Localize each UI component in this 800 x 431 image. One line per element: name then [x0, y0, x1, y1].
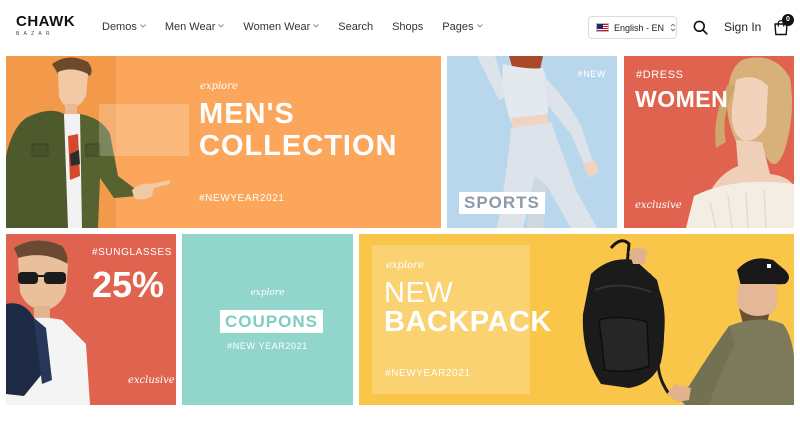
- backpack-title-line1: NEW: [384, 277, 454, 309]
- explore-text: explore: [250, 288, 285, 298]
- backpack-title-line2: BACKPACK: [384, 306, 552, 338]
- language-label: English - EN: [613, 22, 665, 33]
- mens-title-line1: MEN'S: [199, 98, 295, 130]
- nav-label: Shops: [392, 21, 424, 33]
- nav-item-pages[interactable]: Pages: [442, 20, 483, 34]
- chevron-down-icon: [313, 23, 320, 29]
- main-nav: Demos Men Wear Women Wear Search Shops P…: [102, 20, 502, 34]
- exclusive-text: exclusive: [635, 200, 682, 211]
- nav-item-demos[interactable]: Demos: [102, 20, 146, 34]
- sunglasses-banner[interactable]: #SUNGLASSES 25% exclusive: [6, 234, 176, 405]
- explore-text: explore: [200, 81, 238, 92]
- nav-label: Pages: [442, 21, 474, 33]
- nav-item-men-wear[interactable]: Men Wear: [165, 20, 225, 34]
- nav-label: Search: [338, 21, 374, 33]
- us-flag-icon: [596, 23, 609, 32]
- sports-banner[interactable]: #NEW SPORTS: [447, 56, 617, 228]
- logo[interactable]: CHAWK BAZAR: [16, 13, 76, 37]
- mens-collection-banner[interactable]: explore MEN'S COLLECTION #NEWYEAR2021: [6, 56, 441, 228]
- chevron-down-icon: [476, 23, 483, 29]
- logo-main-text: CHAWK: [16, 13, 76, 30]
- language-selector[interactable]: English - EN: [588, 16, 677, 39]
- women-hashtag: #DRESS: [636, 69, 684, 81]
- nav-label: Women Wear: [243, 21, 311, 33]
- nav-item-search[interactable]: Search: [338, 20, 373, 34]
- explore-text: explore: [386, 260, 424, 271]
- logo-sub-text: BAZAR: [16, 31, 54, 37]
- mens-hashtag: #NEWYEAR2021: [199, 193, 285, 204]
- site-header: CHAWK BAZAR Demos Men Wear Women Wear Se…: [0, 0, 800, 56]
- new-backpack-banner[interactable]: explore NEW BACKPACK #NEWYEAR2021: [359, 234, 794, 405]
- nav-item-women-wear[interactable]: Women Wear: [243, 20, 320, 34]
- backpack-hashtag: #NEWYEAR2021: [385, 368, 471, 379]
- sign-in-link[interactable]: Sign In: [724, 20, 761, 35]
- discount-percent: 25%: [92, 264, 165, 305]
- chevron-down-icon: [218, 23, 225, 29]
- nav-label: Men Wear: [164, 21, 216, 33]
- mens-title-line2: COLLECTION: [199, 130, 398, 162]
- exclusive-text: exclusive: [128, 375, 175, 386]
- sports-hashtag: #NEW: [577, 69, 606, 79]
- cart-count-badge: 0: [782, 14, 794, 26]
- decorative-frame: [99, 104, 189, 156]
- search-icon[interactable]: [693, 20, 708, 35]
- updown-chevron-icon: [670, 23, 676, 32]
- nav-item-shops[interactable]: Shops: [392, 20, 423, 34]
- coupons-hashtag: #NEW YEAR2021: [227, 341, 308, 351]
- coupons-label: COUPONS: [220, 310, 323, 333]
- women-title: WOMEN: [635, 86, 729, 112]
- nav-label: Demos: [102, 21, 137, 33]
- women-dress-banner[interactable]: #DRESS WOMEN exclusive: [624, 56, 794, 228]
- sunglasses-hashtag: #SUNGLASSES: [92, 247, 172, 258]
- coupons-banner[interactable]: explore COUPONS #NEW YEAR2021: [182, 234, 353, 405]
- chevron-down-icon: [140, 23, 146, 29]
- sports-label: SPORTS: [459, 192, 545, 214]
